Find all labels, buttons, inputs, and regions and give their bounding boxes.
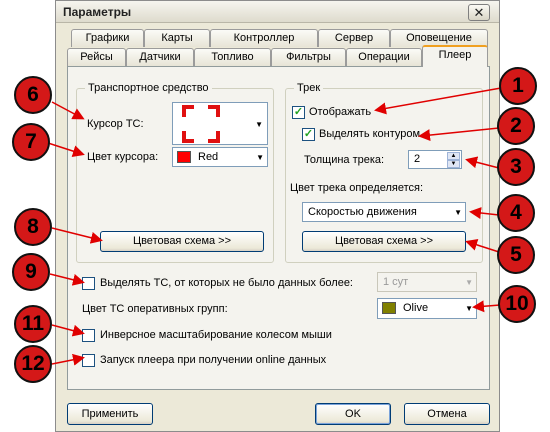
callout-marker-4: 4: [497, 194, 535, 232]
close-button[interactable]: ✕: [468, 4, 490, 21]
callout-marker-3: 3: [497, 148, 535, 186]
chevron-down-icon: ▼: [454, 208, 462, 217]
tab-fuel[interactable]: Топливо: [194, 48, 271, 66]
callout-marker-12: 12: [14, 345, 52, 383]
inverse-zoom-checkbox[interactable]: [82, 329, 95, 342]
callout-marker-1: 1: [499, 67, 537, 105]
vehicle-color-scheme-button[interactable]: Цветовая схема >>: [100, 231, 264, 252]
thickness-value: 2: [414, 153, 421, 165]
tab-controller[interactable]: Контроллер: [210, 29, 318, 47]
outline-track-checkbox[interactable]: ✓: [302, 128, 315, 141]
chevron-down-icon: ▼: [465, 278, 473, 287]
cursor-color-swatch: [177, 151, 191, 163]
player-online-checkbox[interactable]: [82, 354, 95, 367]
tab-charts[interactable]: Графики: [71, 29, 144, 47]
tab-maps[interactable]: Карты: [144, 29, 210, 47]
outline-track-label: Выделять контуром: [319, 128, 421, 140]
cursor-preview-icon: [182, 105, 220, 143]
cursor-color-select[interactable]: Red ▼: [172, 147, 268, 167]
chevron-down-icon: ▼: [256, 153, 264, 162]
tab-filters[interactable]: Фильтры: [271, 48, 346, 66]
cursor-picker[interactable]: ▼: [172, 102, 268, 145]
window-title: Параметры: [63, 5, 132, 19]
player-online-label: Запуск плеера при получении online данны…: [100, 354, 327, 366]
callout-marker-2: 2: [497, 107, 535, 145]
callout-marker-9: 9: [12, 253, 50, 291]
cancel-button[interactable]: Отмена: [404, 403, 490, 425]
track-color-defined-label: Цвет трека определяется:: [290, 182, 423, 194]
callout-marker-10: 10: [498, 285, 536, 323]
tab-sensors[interactable]: Датчики: [126, 48, 194, 66]
cursor-dropdown-icon: ▼: [255, 120, 263, 129]
callout-marker-6: 6: [14, 76, 52, 114]
tab-trips[interactable]: Рейсы: [67, 48, 126, 66]
callout-marker-11: 11: [14, 305, 52, 343]
no-data-period-value: 1 сут: [383, 276, 409, 288]
stepper-down-icon[interactable]: ▼: [447, 160, 460, 168]
operative-groups-color-select[interactable]: Olive ▼: [377, 298, 477, 319]
settings-dialog: Параметры ✕ Графики Карты Контроллер Сер…: [55, 0, 500, 432]
tab-server[interactable]: Сервер: [318, 29, 390, 47]
highlight-no-data-checkbox[interactable]: [82, 277, 95, 290]
track-color-mode-select[interactable]: Скоростью движения ▼: [302, 202, 466, 222]
tab-player[interactable]: Плеер: [422, 45, 488, 67]
track-group-title: Трек: [294, 82, 324, 94]
thickness-label: Толщина трека:: [304, 154, 385, 166]
operative-color-swatch: [382, 302, 396, 314]
cursor-color-label: Цвет курсора:: [87, 151, 159, 163]
cursor-label: Курсор ТС:: [87, 118, 144, 130]
vehicle-group-title: Транспортное средство: [85, 82, 212, 94]
tab-operations[interactable]: Операции: [346, 48, 422, 66]
ok-button[interactable]: OK: [315, 403, 391, 425]
callout-marker-8: 8: [14, 208, 52, 246]
chevron-down-icon: ▼: [465, 304, 473, 313]
cursor-color-value: Red: [198, 151, 219, 163]
track-color-scheme-button[interactable]: Цветовая схема >>: [302, 231, 466, 252]
callout-marker-5: 5: [497, 236, 535, 274]
show-track-checkbox[interactable]: ✓: [292, 106, 305, 119]
stepper-up-icon[interactable]: ▲: [447, 152, 460, 160]
player-tab-panel: Транспортное средство Курсор ТС: ▼ Цвет …: [67, 66, 490, 390]
show-track-label: Отображать: [309, 106, 372, 118]
operative-color-value: Olive: [403, 302, 429, 314]
callout-marker-7: 7: [12, 123, 50, 161]
track-color-mode-value: Скоростью движения: [308, 206, 417, 218]
highlight-no-data-label: Выделять ТС, от которых не было данных б…: [100, 277, 353, 289]
apply-button[interactable]: Применить: [67, 403, 153, 425]
operative-groups-label: Цвет ТС оперативных групп:: [82, 303, 228, 315]
title-bar: Параметры ✕: [56, 1, 499, 23]
inverse-zoom-label: Инверсное масштабирование колесом мыши: [100, 329, 332, 341]
thickness-stepper[interactable]: 2 ▲ ▼: [408, 150, 462, 169]
no-data-period-select[interactable]: 1 сут ▼: [377, 272, 477, 292]
